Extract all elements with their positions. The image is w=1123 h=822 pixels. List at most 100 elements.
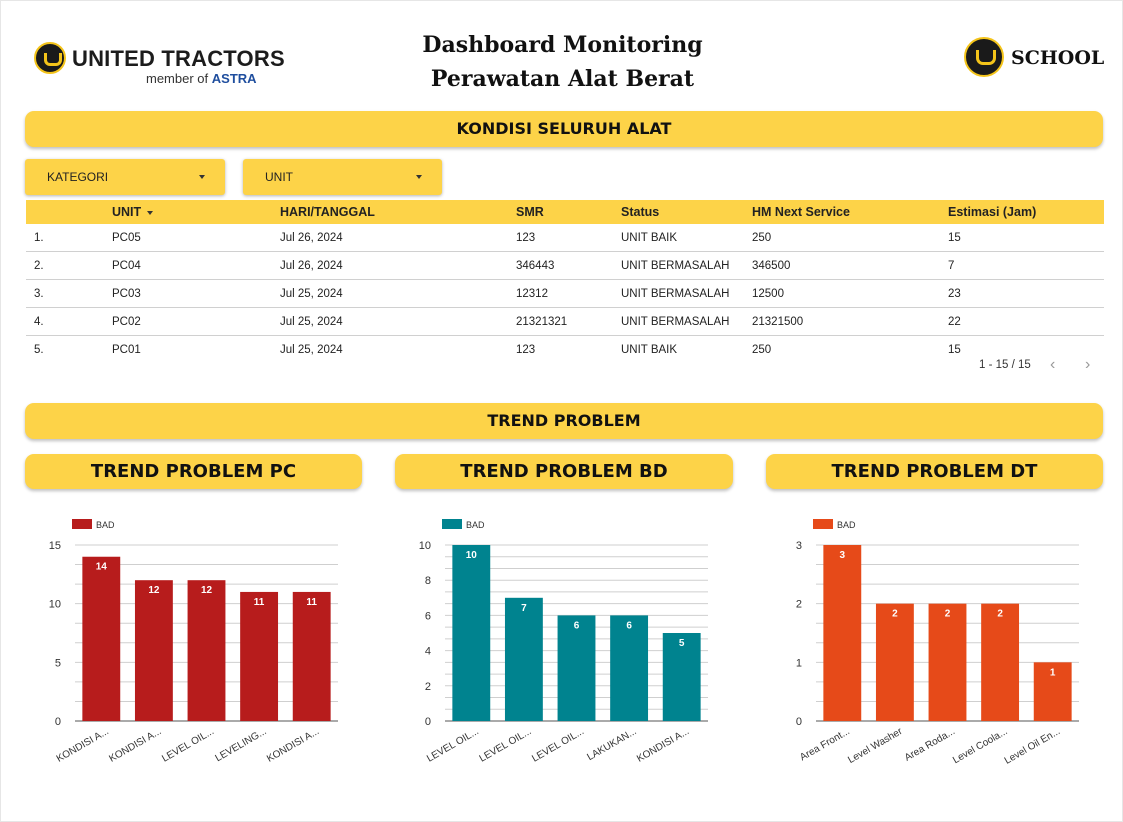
chevron-left-icon[interactable]: ‹ [1050, 356, 1055, 374]
cell-unit: PC02 [112, 307, 280, 336]
y-tick-label-bd: 0 [425, 716, 431, 728]
table-row: 1. PC05 Jul 26, 2024 123 UNIT BAIK 250 1… [26, 224, 1104, 252]
data-label-pc: 11 [306, 597, 317, 608]
cell-index: 4. [26, 307, 112, 336]
cell-date: Jul 25, 2024 [280, 307, 516, 336]
cell-hm-next: 250 [752, 224, 948, 252]
y-tick-label-dt: 2 [796, 599, 802, 611]
col-header-smr[interactable]: SMR [516, 200, 621, 224]
x-tick-label-bd: KONDISI A... [635, 726, 691, 765]
brand-member: member of ASTRA [146, 71, 257, 86]
y-tick-label-pc: 15 [49, 540, 61, 552]
col-header-estimasi[interactable]: Estimasi (Jam) [948, 200, 1104, 224]
data-label-bd: 10 [466, 550, 478, 561]
legend-swatch-dt [813, 519, 833, 529]
chevron-right-icon[interactable]: › [1085, 356, 1090, 374]
table-row: 5. PC01 Jul 25, 2024 123 UNIT BAIK 250 1… [26, 336, 1104, 364]
cell-status: UNIT BERMASALAH [621, 307, 752, 336]
y-tick-label-dt: 0 [796, 716, 802, 728]
col-header-status[interactable]: Status [621, 200, 752, 224]
cell-smr: 346443 [516, 251, 621, 280]
table-header-row: UNIT HARI/TANGGAL SMR Status HM Next Ser… [26, 200, 1104, 224]
col-header-date[interactable]: HARI/TANGGAL [280, 200, 516, 224]
bar-pc [240, 591, 279, 721]
section-banner-kondisi: KONDISI SELURUH ALAT [25, 111, 1103, 147]
cell-smr: 21321321 [516, 307, 621, 336]
cell-unit: PC04 [112, 251, 280, 280]
x-tick-label-pc: LEVEL OIL... [160, 726, 216, 765]
col-header-unit[interactable]: UNIT [112, 200, 280, 224]
cell-unit: PC05 [112, 224, 280, 252]
legend-swatch-pc [72, 519, 92, 529]
bar-chart-bd: BAD 0 2 4 6 8 10 10 LEVEL OIL... 7 LEVEL OIL... 6 LE… [419, 519, 708, 765]
x-tick-label-dt: Area Roda... [903, 726, 957, 764]
x-tick-label-dt: Level Oil En... [1003, 726, 1062, 767]
cell-hm-next: 346500 [752, 251, 948, 280]
y-tick-label-pc: 5 [55, 657, 61, 669]
pagination-label: 1 - 15 / 15 [979, 359, 1031, 371]
brand-member-name: ASTRA [211, 71, 257, 86]
bar-pc [134, 580, 173, 721]
x-tick-label-bd: LEVEL OIL... [425, 726, 481, 765]
y-tick-label-bd: 10 [419, 540, 431, 552]
cell-smr: 12312 [516, 279, 621, 308]
x-tick-label-pc: KONDISI A... [55, 726, 111, 765]
cell-hm-next: 12500 [752, 279, 948, 308]
ut-school-icon [964, 37, 1004, 77]
kategori-filter-dropdown[interactable]: KATEGORI [25, 159, 225, 195]
table-row: 4. PC02 Jul 25, 2024 21321321 UNIT BERMA… [26, 307, 1104, 336]
x-tick-label-pc: KONDISI A... [107, 726, 163, 765]
table-row: 2. PC04 Jul 26, 2024 346443 UNIT BERMASA… [26, 251, 1104, 280]
data-label-bd: 5 [679, 638, 685, 649]
data-label-pc: 12 [148, 585, 160, 596]
cell-hm-next: 21321500 [752, 307, 948, 336]
chevron-down-icon [416, 175, 422, 179]
col-header-hm-next[interactable]: HM Next Service [752, 200, 948, 224]
y-tick-label-bd: 6 [425, 610, 431, 622]
ut-school-logo: SCHOOL [964, 37, 1104, 79]
kategori-filter-label: KATEGORI [47, 170, 109, 184]
x-tick-label-pc: KONDISI A... [265, 726, 321, 765]
chart-title-pc: TREND PROBLEM PC [25, 454, 362, 489]
brand-name: UNITED TRACTORS [72, 46, 285, 71]
bar-dt [823, 545, 862, 721]
x-tick-label-bd: LEVEL OIL... [478, 726, 534, 765]
data-label-pc: 12 [201, 585, 213, 596]
bar-dt [981, 603, 1020, 721]
school-label: SCHOOL [1011, 47, 1105, 69]
data-label-dt: 2 [997, 609, 1003, 620]
bar-pc [82, 556, 121, 721]
page-title-line1: Dashboard Monitoring [422, 32, 703, 58]
cell-status: UNIT BAIK [621, 224, 752, 252]
unit-filter-dropdown[interactable]: UNIT [243, 159, 442, 195]
cell-date: Jul 25, 2024 [280, 279, 516, 308]
cell-index: 5. [34, 343, 44, 356]
brand-member-prefix: member of [146, 71, 209, 86]
cell-estimasi: 7 [948, 251, 1104, 280]
data-label-dt: 1 [1050, 667, 1056, 678]
col-header-index [26, 200, 112, 224]
cell-status: UNIT BERMASALAH [621, 251, 752, 280]
data-label-dt: 2 [892, 609, 898, 620]
unit-filter-label: UNIT [265, 170, 293, 184]
cell-unit: PC01 [112, 343, 141, 356]
x-tick-label-bd: LAKUKAN... [585, 726, 638, 763]
page-title: Dashboard Monitoring Perawatan Alat Bera… [380, 28, 745, 96]
cell-index: 3. [26, 279, 112, 308]
cell-estimasi: 22 [948, 307, 1104, 336]
data-label-pc: 11 [254, 597, 265, 608]
cell-status: UNIT BERMASALAH [621, 279, 752, 308]
data-label-bd: 7 [521, 603, 527, 614]
bar-pc [187, 580, 226, 721]
kondisi-table: UNIT HARI/TANGGAL SMR Status HM Next Ser… [26, 200, 1104, 363]
cell-estimasi: 23 [948, 279, 1104, 308]
data-label-dt: 2 [945, 609, 951, 620]
cell-smr: 123 [516, 343, 536, 356]
chart-title-dt: TREND PROBLEM DT [766, 454, 1103, 489]
sort-desc-icon[interactable] [147, 210, 154, 215]
y-tick-label-pc: 10 [49, 599, 61, 611]
data-label-dt: 3 [840, 550, 846, 561]
col-header-unit-label: UNIT [112, 205, 142, 219]
y-tick-label-bd: 2 [425, 681, 431, 693]
x-tick-label-bd: LEVEL OIL... [530, 726, 586, 765]
